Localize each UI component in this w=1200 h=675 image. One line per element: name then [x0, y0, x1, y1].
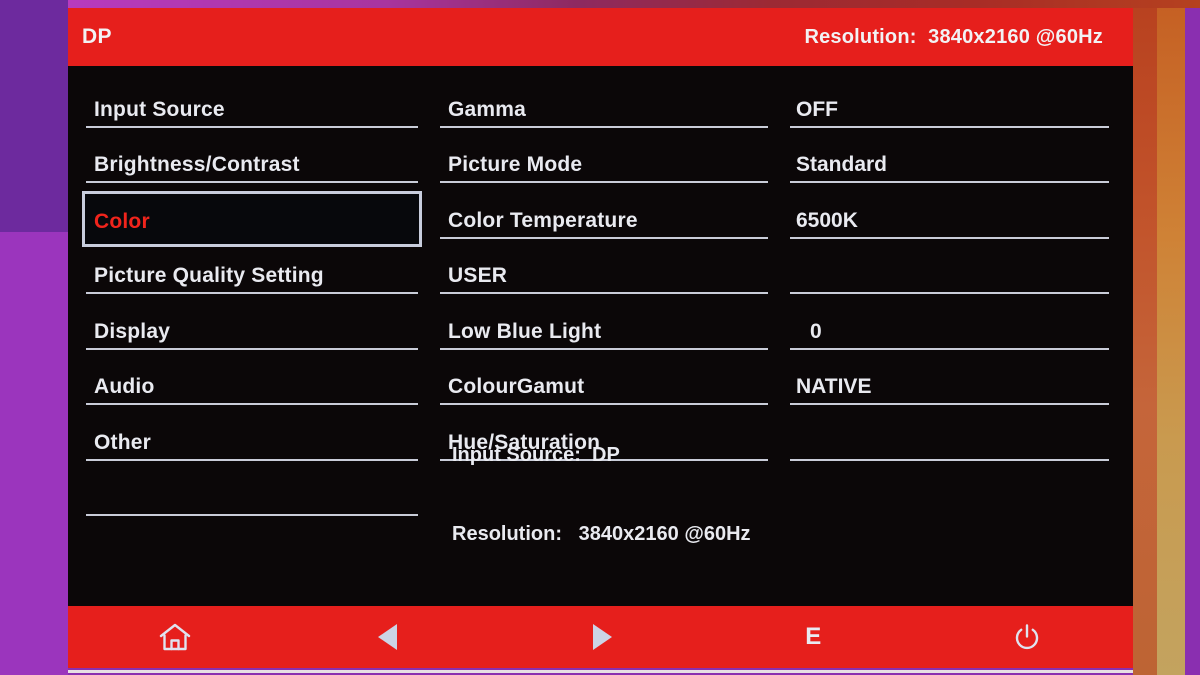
header-resolution: Resolution: 3840x2160 @60Hz — [804, 25, 1103, 48]
row-rule — [86, 514, 418, 516]
row-rule — [440, 181, 768, 183]
value-row-gamma[interactable]: OFF — [784, 82, 1113, 138]
category-label: Audio — [94, 375, 155, 398]
row-rule — [790, 125, 1109, 128]
backdrop-left-band-dark — [0, 0, 68, 232]
setting-row-gamma[interactable]: Gamma — [432, 82, 784, 138]
category-row-audio[interactable]: Audio — [80, 360, 432, 416]
backdrop-left-band-light — [0, 232, 68, 675]
backdrop-right-band-1 — [1133, 0, 1157, 675]
desktop-backdrop: DP Resolution: 3840x2160 @60Hz Input Sou… — [0, 0, 1200, 675]
setting-row-low-blue-light[interactable]: Low Blue Light — [432, 304, 784, 360]
row-rule — [790, 347, 1109, 350]
value-row-user[interactable] — [784, 249, 1113, 305]
setting-label: Color Temperature — [448, 208, 638, 232]
row-rule — [790, 292, 1109, 294]
category-label: Brightness/Contrast — [94, 153, 300, 176]
row-rule — [86, 181, 418, 183]
home-icon — [158, 621, 192, 653]
value-row-color-temperature[interactable]: 6500K — [784, 193, 1113, 249]
row-rule — [440, 236, 768, 239]
exit-key-label: E — [805, 623, 822, 650]
row-rule — [86, 403, 418, 405]
row-rule — [440, 125, 768, 128]
setting-value: Standard — [796, 153, 888, 176]
category-label: Other — [94, 430, 152, 454]
row-rule — [790, 458, 1109, 461]
setting-row-color-temperature[interactable]: Color Temperature — [432, 193, 784, 249]
setting-value: OFF — [796, 97, 838, 121]
row-rule — [790, 181, 1109, 183]
exit-button[interactable]: E — [707, 606, 920, 668]
backdrop-right-band-3 — [1185, 0, 1200, 675]
power-button[interactable] — [920, 606, 1133, 668]
value-row-picture-mode[interactable]: Standard — [784, 138, 1113, 194]
setting-value-column: OFF Standard 6500K 0 NATIVE — [784, 82, 1113, 606]
row-rule — [440, 292, 768, 294]
status-resolution: Resolution: 3840x2160 @60Hz — [452, 522, 751, 545]
power-icon — [1012, 622, 1042, 652]
osd-footer-toolbar: E — [68, 606, 1133, 673]
category-row-picture-quality-setting[interactable]: Picture Quality Setting — [80, 249, 432, 305]
row-rule — [86, 347, 418, 350]
setting-label: USER — [448, 264, 508, 287]
setting-value: NATIVE — [796, 375, 872, 398]
setting-value: 0 — [810, 319, 822, 343]
setting-label: Gamma — [448, 97, 527, 121]
setting-value: 6500K — [796, 208, 858, 232]
row-rule — [86, 292, 418, 294]
category-row-input-source[interactable]: Input Source — [80, 82, 432, 138]
category-row-color[interactable]: Color — [80, 191, 432, 249]
row-rule — [440, 347, 768, 350]
category-row-other[interactable]: Other — [80, 415, 432, 471]
backdrop-right-band-2 — [1157, 0, 1185, 675]
category-label: Input Source — [94, 97, 225, 121]
category-row-empty — [80, 471, 432, 527]
row-rule — [86, 125, 418, 128]
setting-row-picture-mode[interactable]: Picture Mode — [432, 138, 784, 194]
status-info-block: Input Source: DP Resolution: 3840x2160 @… — [452, 389, 751, 600]
category-row-brightness-contrast[interactable]: Brightness/Contrast — [80, 138, 432, 194]
value-row-low-blue-light[interactable]: 0 — [784, 304, 1113, 360]
setting-row-user[interactable]: USER — [432, 249, 784, 305]
footer-divider-1 — [68, 670, 1133, 673]
category-label: Color — [94, 209, 150, 233]
row-rule — [790, 236, 1109, 239]
category-label: Picture Quality Setting — [94, 264, 324, 287]
left-arrow-icon — [375, 622, 401, 652]
next-button[interactable] — [494, 606, 707, 668]
osd-header: DP Resolution: 3840x2160 @60Hz — [68, 8, 1133, 66]
category-row-display[interactable]: Display — [80, 304, 432, 360]
home-button[interactable] — [68, 606, 281, 668]
category-column: Input Source Brightness/Contrast Color P… — [80, 82, 432, 606]
category-label: Display — [94, 319, 171, 343]
value-row-colour-gamut[interactable]: NATIVE — [784, 360, 1113, 416]
row-rule — [86, 458, 418, 461]
value-row-hue-saturation[interactable] — [784, 415, 1113, 471]
status-input-source: Input Source: DP — [452, 443, 620, 466]
header-input-source: DP — [82, 25, 112, 48]
value-row-empty — [784, 471, 1113, 527]
right-arrow-icon — [588, 622, 614, 652]
monitor-osd-panel: DP Resolution: 3840x2160 @60Hz Input Sou… — [68, 8, 1133, 673]
previous-button[interactable] — [281, 606, 494, 668]
setting-label: Picture Mode — [448, 153, 583, 176]
backdrop-top-strip — [68, 0, 1200, 8]
osd-body: Input Source Brightness/Contrast Color P… — [68, 66, 1133, 606]
setting-label: Low Blue Light — [448, 319, 602, 343]
row-rule — [790, 403, 1109, 405]
